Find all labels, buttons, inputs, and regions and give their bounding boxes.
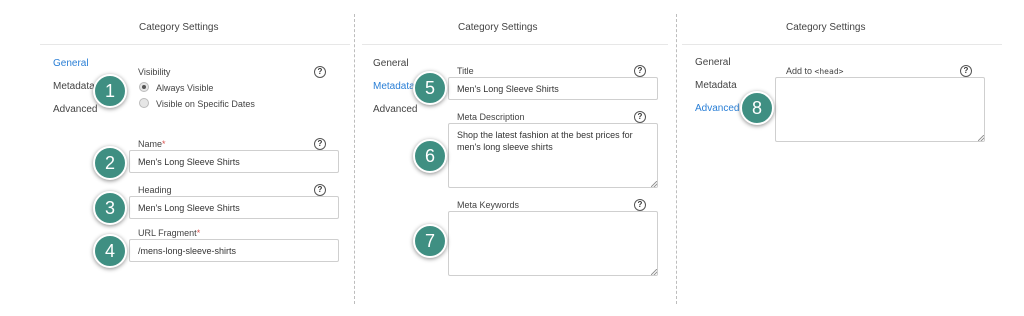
nav-advanced[interactable]: Advanced (53, 104, 97, 115)
title-divider (362, 44, 668, 45)
radio-always-visible[interactable] (139, 82, 149, 92)
panel-title: Category Settings (458, 22, 538, 33)
step-badge-6: 6 (413, 139, 447, 173)
panel-divider (676, 14, 677, 304)
meta-keywords-textarea[interactable] (448, 211, 658, 276)
name-input[interactable] (129, 150, 339, 173)
add-to-head-label: Add to <head> (786, 66, 844, 76)
nav-metadata[interactable]: Metadata (695, 80, 737, 91)
advanced-settings-panel: Category Settings General Metadata Advan… (678, 0, 1024, 316)
nav-general[interactable]: General (373, 58, 409, 69)
url-fragment-label: URL Fragment* (138, 228, 201, 238)
heading-help-icon[interactable]: ? (314, 184, 326, 196)
general-settings-panel: Category Settings General Metadata Advan… (0, 0, 352, 316)
title-divider (40, 44, 350, 45)
step-badge-5: 5 (413, 71, 447, 105)
heading-label: Heading (138, 185, 172, 195)
name-label: Name* (138, 139, 166, 149)
meta-description-label: Meta Description (457, 112, 525, 122)
heading-input[interactable] (129, 196, 339, 219)
title-help-icon[interactable]: ? (634, 65, 646, 77)
head-tag-code: <head> (814, 67, 844, 76)
step-badge-8: 8 (740, 91, 774, 125)
meta-description-help-icon[interactable]: ? (634, 111, 646, 123)
radio-specific-dates[interactable] (139, 98, 149, 108)
step-badge-4: 4 (93, 234, 127, 268)
add-to-head-help-icon[interactable]: ? (960, 65, 972, 77)
name-help-icon[interactable]: ? (314, 138, 326, 150)
step-badge-7: 7 (413, 224, 447, 258)
meta-keywords-label: Meta Keywords (457, 200, 520, 210)
meta-description-textarea[interactable]: Shop the latest fashion at the best pric… (448, 123, 658, 188)
step-badge-3: 3 (93, 191, 127, 225)
nav-metadata[interactable]: Metadata (53, 81, 95, 92)
head-code-textarea[interactable] (775, 77, 985, 142)
title-label: Title (457, 66, 474, 76)
nav-general[interactable]: General (53, 58, 89, 69)
title-divider (682, 44, 1002, 45)
step-badge-2: 2 (93, 146, 127, 180)
panel-title: Category Settings (786, 22, 866, 33)
url-fragment-input[interactable] (129, 239, 339, 262)
visibility-help-icon[interactable]: ? (314, 66, 326, 78)
panel-divider (354, 14, 355, 304)
nav-advanced[interactable]: Advanced (695, 103, 739, 114)
nav-advanced[interactable]: Advanced (373, 104, 417, 115)
nav-general[interactable]: General (695, 57, 731, 68)
radio-always-visible-label: Always Visible (156, 83, 214, 93)
meta-keywords-help-icon[interactable]: ? (634, 199, 646, 211)
meta-title-input[interactable] (448, 77, 658, 100)
radio-specific-dates-label: Visible on Specific Dates (156, 99, 255, 109)
visibility-label: Visibility (138, 67, 171, 77)
step-badge-1: 1 (93, 74, 127, 108)
metadata-settings-panel: Category Settings General Metadata Advan… (356, 0, 674, 316)
panel-title: Category Settings (139, 22, 219, 33)
nav-metadata[interactable]: Metadata (373, 81, 415, 92)
